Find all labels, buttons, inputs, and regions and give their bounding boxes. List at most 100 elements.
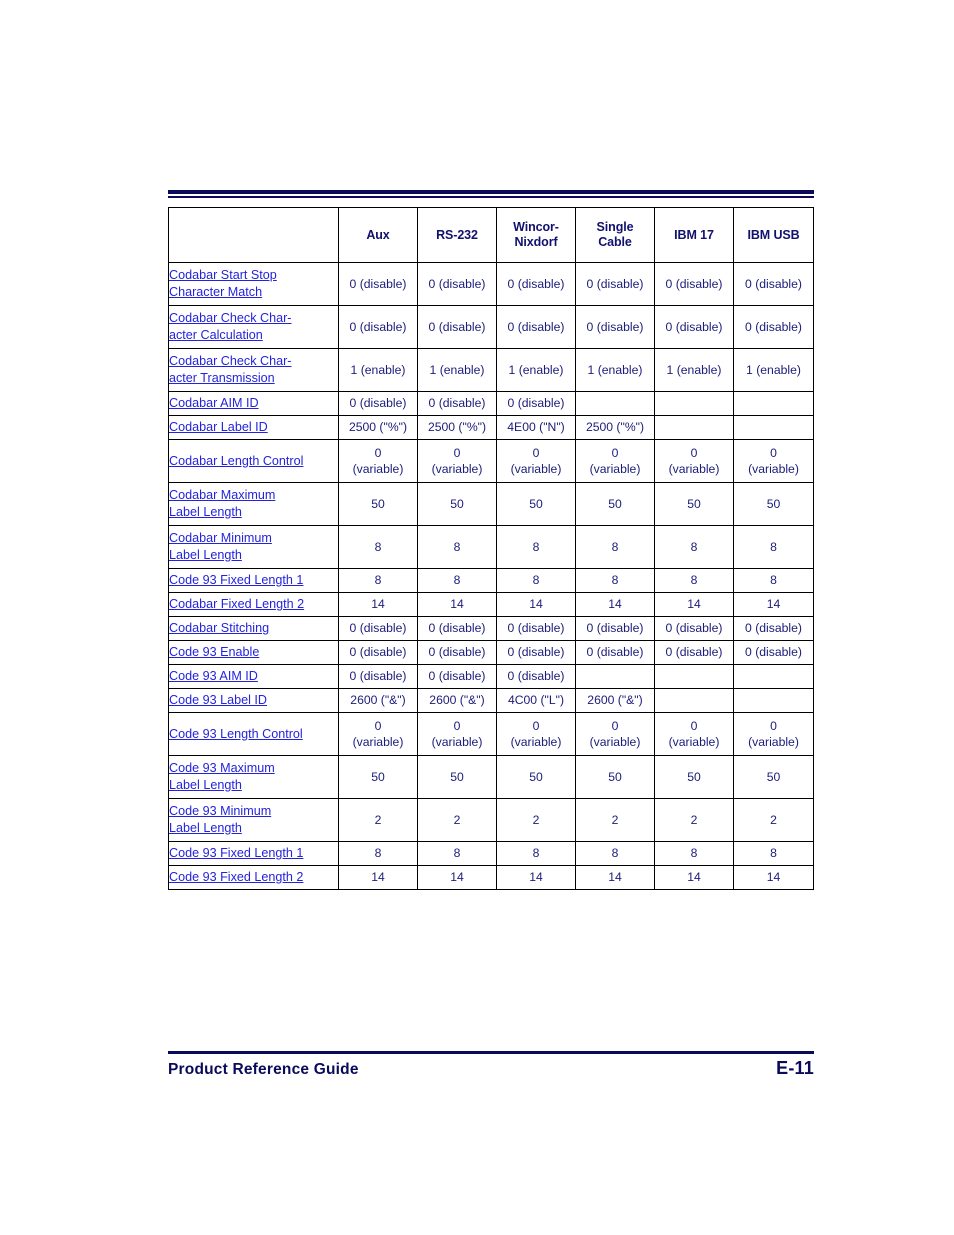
row-label-cell[interactable]: Code 93 Fixed Length 1 [168,568,339,593]
data-cell-line: 0 (disable) [665,645,723,660]
data-cell: 8 [575,568,655,593]
header-row: Aux RS-232 Wincor- Nixdorf Single Cable IBM 17… [168,207,814,263]
row-label-cell[interactable]: Code 93 Label ID [168,688,339,713]
data-cell: 50 [575,755,655,799]
data-cell-line: 1 (enable) [587,362,643,377]
data-cell: 8 [733,525,814,569]
table-row: Code 93 Minimum Label Length 2 2 2 2 2 2 [168,798,814,842]
data-cell: 0 (disable) [496,616,576,641]
row-label-link[interactable]: Code 93 AIM ID [169,668,338,685]
data-cell: 0 (disable) [733,305,814,349]
table-row: Codabar Fixed Length 2 14 14 14 14 14 14 [168,592,814,617]
data-cell: 0 (disable) [496,664,576,689]
row-label-link[interactable]: Code 93 Minimum Label Length [169,803,338,837]
row-label-link[interactable]: Code 93 Enable [169,644,338,661]
row-label-link[interactable]: Code 93 Fixed Length 2 [169,869,338,886]
data-cell: 1 (enable) [654,348,734,392]
data-cell-line: 0 (disable) [586,621,644,636]
row-label-link[interactable]: Code 93 Fixed Length 1 [169,572,338,589]
data-cell: 0 (disable) [733,640,814,665]
data-cell-line: 2600 ("&") [429,693,485,708]
data-cell: 0 (disable) [496,262,576,306]
data-cell-line: 0 [690,718,698,733]
row-label-link[interactable]: Codabar Start Stop Character Match [169,267,338,301]
data-cell: 8 [496,841,576,866]
header-label-line: Cable [598,235,632,249]
data-cell-line: 2 [690,812,698,827]
row-label-line: Code 93 Fixed Length 1 [169,573,304,587]
row-label-cell[interactable]: Codabar Length Control [168,439,339,483]
data-cell: 0 (variable) [733,439,814,483]
row-label-link[interactable]: Code 93 Label ID [169,692,338,709]
row-label-line: acter Transmission [169,371,275,385]
data-cell-line: 8 [532,846,540,861]
data-cell: 1 (enable) [338,348,418,392]
data-cell-line: 14 [529,597,543,612]
data-cell: 0 (variable) [654,712,734,756]
data-cell: 14 [496,592,576,617]
row-label-link[interactable]: Codabar Minimum Label Length [169,530,338,564]
row-label-cell[interactable]: Code 93 Fixed Length 1 [168,841,339,866]
row-label-link[interactable]: Codabar Check Char-acter Calculation [169,310,338,344]
row-label-cell[interactable]: Code 93 AIM ID [168,664,339,689]
row-label-link[interactable]: Codabar Length Control [169,453,338,470]
data-cell-line: 0 (disable) [665,621,723,636]
data-cell: 50 [654,755,734,799]
row-label-cell[interactable]: Codabar Minimum Label Length [168,525,339,569]
data-cell: 2 [575,798,655,842]
data-cell-line: 0 (disable) [428,621,486,636]
row-label-line: Code 93 Enable [169,645,260,659]
row-label-cell[interactable]: Codabar Check Char-acter Transmission [168,348,339,392]
data-cell-line: 0 (disable) [586,645,644,660]
data-cell: 8 [417,568,497,593]
row-label-cell[interactable]: Codabar Label ID [168,415,339,440]
data-cell: 0 (disable) [417,640,497,665]
row-label-link[interactable]: Codabar Label ID [169,419,338,436]
row-label-cell[interactable]: Codabar Maximum Label Length [168,482,339,526]
data-cell: 8 [654,525,734,569]
row-label-link[interactable]: Code 93 Fixed Length 1 [169,845,338,862]
row-label-cell[interactable]: Code 93 Fixed Length 2 [168,865,339,890]
row-label-cell[interactable]: Codabar Fixed Length 2 [168,592,339,617]
header-cell-single-cable: Single Cable [575,207,655,263]
header-rules [168,190,814,198]
row-label-cell[interactable]: Codabar Check Char-acter Calculation [168,305,339,349]
data-cell-line: 0 (disable) [507,396,565,411]
data-cell: 8 [338,525,418,569]
data-cell-line: 14 [608,870,622,885]
data-cell-line: 8 [374,846,382,861]
data-cell-line: (variable) [431,735,483,749]
row-label-line: Code 93 Fixed Length 1 [169,846,304,860]
row-label-link[interactable]: Code 93 Length Control [169,726,338,743]
row-label-link[interactable]: Codabar Check Char-acter Transmission [169,353,338,387]
data-cell: 0 (disable) [338,262,418,306]
row-label-link[interactable]: Code 93 Maximum Label Length [169,760,338,794]
data-cell-line: 0 (disable) [428,319,486,334]
row-label-cell[interactable]: Codabar AIM ID [168,391,339,416]
data-cell-line: 0 (disable) [745,319,802,334]
data-cell-line: 2500 ("%") [585,420,645,435]
row-label-cell[interactable]: Codabar Start Stop Character Match [168,262,339,306]
data-cell: 0 (disable) [575,616,655,641]
data-cell-line: 2 [532,812,540,827]
table-row: Codabar AIM ID 0 (disable) 0 (disable) 0 (d… [168,391,814,416]
header-label-line: IBM USB [747,227,800,242]
row-label-cell[interactable]: Code 93 Minimum Label Length [168,798,339,842]
data-cell-line: 50 [371,496,385,511]
row-label-link[interactable]: Codabar Stitching [169,620,338,637]
row-label-cell[interactable]: Codabar Stitching [168,616,339,641]
row-label-link[interactable]: Codabar AIM ID [169,395,338,412]
data-cell: 0 (disable) [654,305,734,349]
row-label-link[interactable]: Codabar Maximum Label Length [169,487,338,521]
data-cell: 0 (disable) [575,305,655,349]
data-cell: 2 [338,798,418,842]
data-cell-line: 2500 ("%") [427,420,487,435]
table-row: Code 93 Enable 0 (disable) 0 (disable) 0 (d… [168,640,814,665]
data-cell: 50 [575,482,655,526]
row-label-cell[interactable]: Code 93 Maximum Label Length [168,755,339,799]
row-label-cell[interactable]: Code 93 Length Control [168,712,339,756]
row-label-cell[interactable]: Code 93 Enable [168,640,339,665]
row-label-line: Label Length [169,821,242,835]
row-label-line: Code 93 Length Control [169,726,303,741]
row-label-link[interactable]: Codabar Fixed Length 2 [169,596,338,613]
